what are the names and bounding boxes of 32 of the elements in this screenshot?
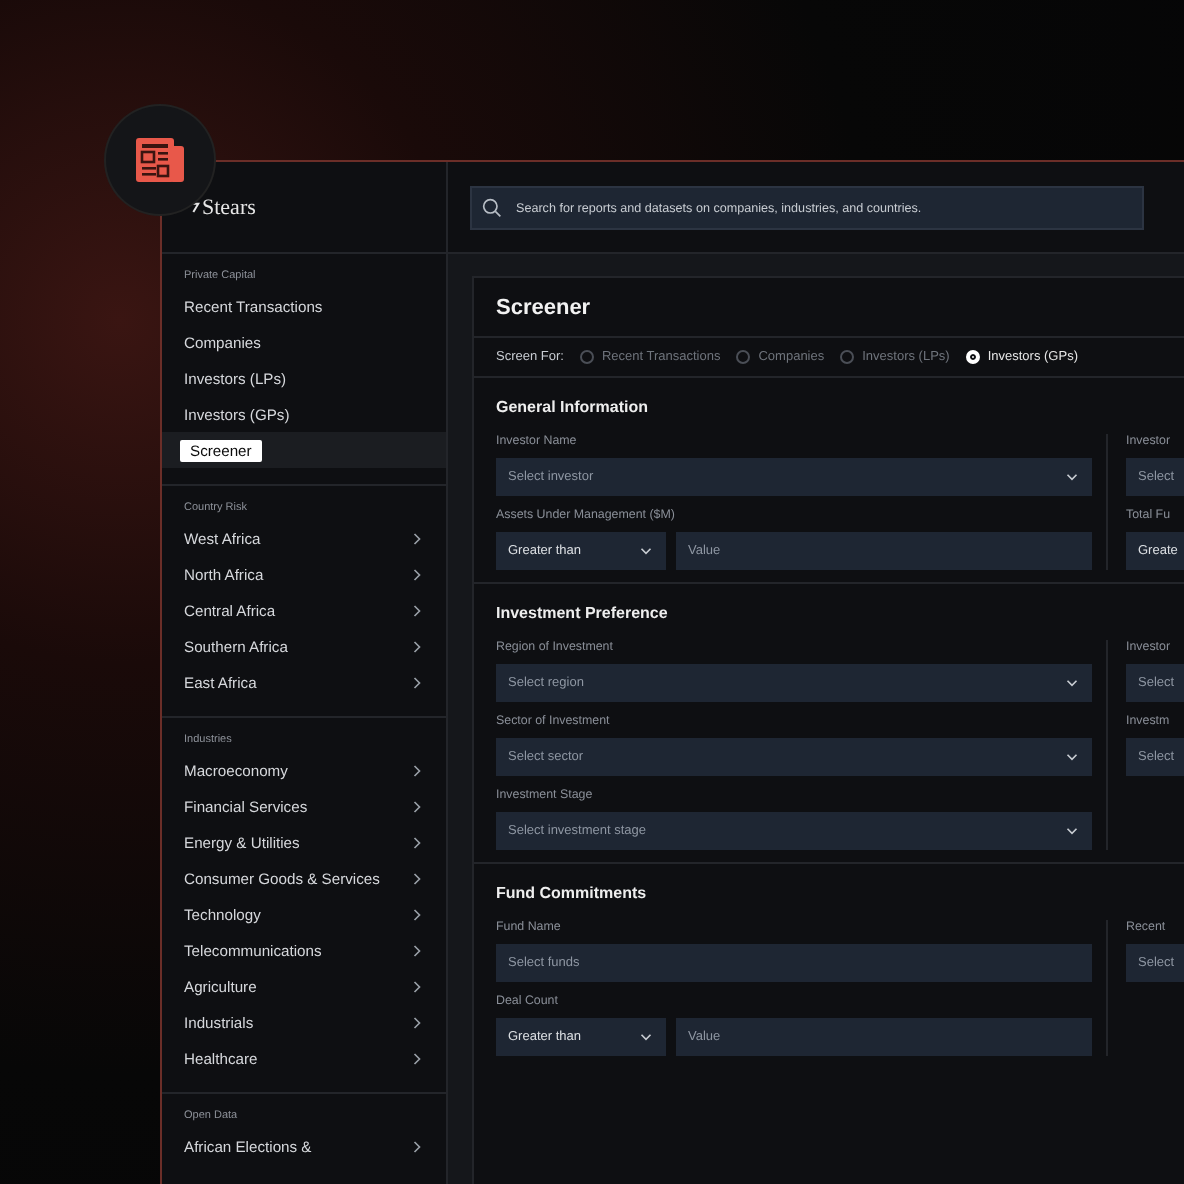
newspaper-icon bbox=[136, 138, 184, 182]
chevron-right-icon[interactable] bbox=[412, 943, 422, 957]
section-heading: Investment Preference bbox=[496, 604, 670, 622]
chevron-right-icon[interactable] bbox=[412, 871, 422, 885]
panel-title: Screener bbox=[474, 278, 1184, 338]
chevron-right-icon[interactable] bbox=[412, 763, 422, 777]
chevron-down-icon bbox=[640, 1032, 652, 1042]
chevron-right-icon[interactable] bbox=[412, 603, 422, 617]
chevron-right-icon[interactable] bbox=[412, 1051, 422, 1065]
radio-button[interactable] bbox=[840, 350, 855, 364]
chevron-right-icon[interactable] bbox=[412, 675, 422, 689]
chevron-right-icon[interactable] bbox=[412, 799, 422, 813]
chevron-right-icon[interactable] bbox=[412, 639, 422, 653]
chevron-right-icon[interactable] bbox=[412, 531, 422, 545]
logo-mark-icon bbox=[190, 200, 200, 214]
search-icon bbox=[482, 197, 502, 217]
brand-logo[interactable]: Stears bbox=[202, 195, 256, 219]
chevron-right-icon[interactable] bbox=[412, 567, 422, 581]
chevron-right-icon[interactable] bbox=[412, 1139, 422, 1153]
section-heading: Fund Commitments bbox=[496, 884, 649, 902]
chevron-down-icon bbox=[1066, 752, 1078, 762]
chevron-down-icon bbox=[1066, 678, 1078, 688]
chevron-down-icon bbox=[1066, 826, 1078, 836]
chevron-down-icon bbox=[640, 546, 652, 556]
radio-button[interactable] bbox=[736, 350, 751, 364]
chevron-right-icon[interactable] bbox=[412, 979, 422, 993]
chevron-right-icon[interactable] bbox=[412, 1015, 422, 1029]
radio-button[interactable] bbox=[579, 350, 594, 364]
chevron-down-icon bbox=[1066, 472, 1078, 482]
section-heading: General Information bbox=[496, 398, 651, 416]
chevron-right-icon[interactable] bbox=[412, 835, 422, 849]
chevron-right-icon[interactable] bbox=[412, 907, 422, 921]
